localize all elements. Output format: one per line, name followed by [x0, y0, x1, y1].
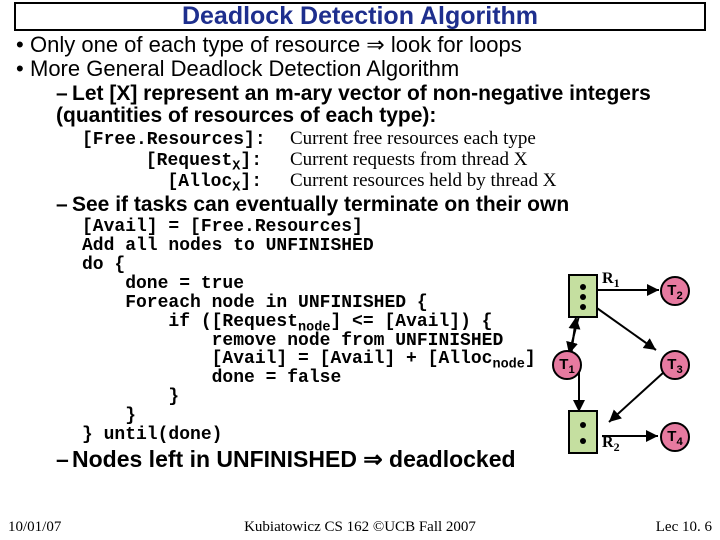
dash-3-text: Nodes left in UNFINISHED ⇒ deadlocked: [72, 446, 516, 472]
dash-1-text: Let [X] represent an m-ary vector of non…: [56, 82, 651, 127]
bullet-2-text: More General Deadlock Detection Algorith…: [30, 56, 459, 81]
code-ln8b: ]: [525, 349, 536, 369]
def-desc-2: Current requests from thread X: [290, 149, 527, 170]
code-ln2: Add all nodes to UNFINISHED: [82, 236, 374, 256]
bullet-1: •Only one of each type of resource ⇒ loo…: [16, 33, 710, 57]
dash-2: –See if tasks can eventually terminate o…: [56, 194, 710, 216]
code-ln7: remove node from UNFINISHED: [82, 331, 503, 351]
pseudocode: [Avail] = [Free.Resources] Add all nodes…: [82, 218, 710, 445]
code-sub8: node: [492, 358, 524, 373]
def-label-3b: ]:: [240, 172, 262, 192]
slide-title: Deadlock Detection Algorithm: [16, 4, 704, 29]
def-desc-1: Current free resources each type: [290, 128, 536, 149]
code-ln9: done = false: [82, 368, 341, 388]
definitions: [Free.Resources]:Current free resources …: [82, 129, 710, 192]
code-ln5: Foreach node in UNFINISHED {: [82, 293, 428, 313]
bullet-1-text: Only one of each type of resource ⇒ look…: [30, 32, 522, 57]
code-ln11: }: [82, 406, 136, 426]
def-label-3a: [Alloc: [167, 172, 232, 192]
def-label-1: [Free.Resources]:: [82, 131, 290, 150]
footer-center: Kubiatowicz CS 162 ©UCB Fall 2007: [0, 519, 720, 536]
code-ln10: }: [82, 387, 179, 407]
code-ln1: [Avail] = [Free.Resources]: [82, 217, 363, 237]
title-box: Deadlock Detection Algorithm: [14, 2, 706, 31]
code-ln6b: ] <= [Avail]) {: [330, 312, 492, 332]
bullet-2: •More General Deadlock Detection Algorit…: [16, 57, 710, 81]
code-ln12: } until(done): [82, 425, 222, 445]
def-label-2a: [Request: [146, 151, 232, 171]
def-desc-3: Current resources held by thread X: [290, 170, 556, 191]
dash-1: –Let [X] represent an m-ary vector of no…: [56, 83, 710, 127]
def-label-2b: ]:: [240, 151, 262, 171]
code-ln4: done = true: [82, 274, 244, 294]
code-ln3: do {: [82, 255, 125, 275]
code-ln6a: if ([Request: [82, 312, 298, 332]
dash-2-text: See if tasks can eventually terminate on…: [72, 193, 569, 216]
footer-lec: Lec 10. 6: [656, 519, 712, 536]
code-ln8a: [Avail] = [Avail] + [Alloc: [82, 349, 492, 369]
